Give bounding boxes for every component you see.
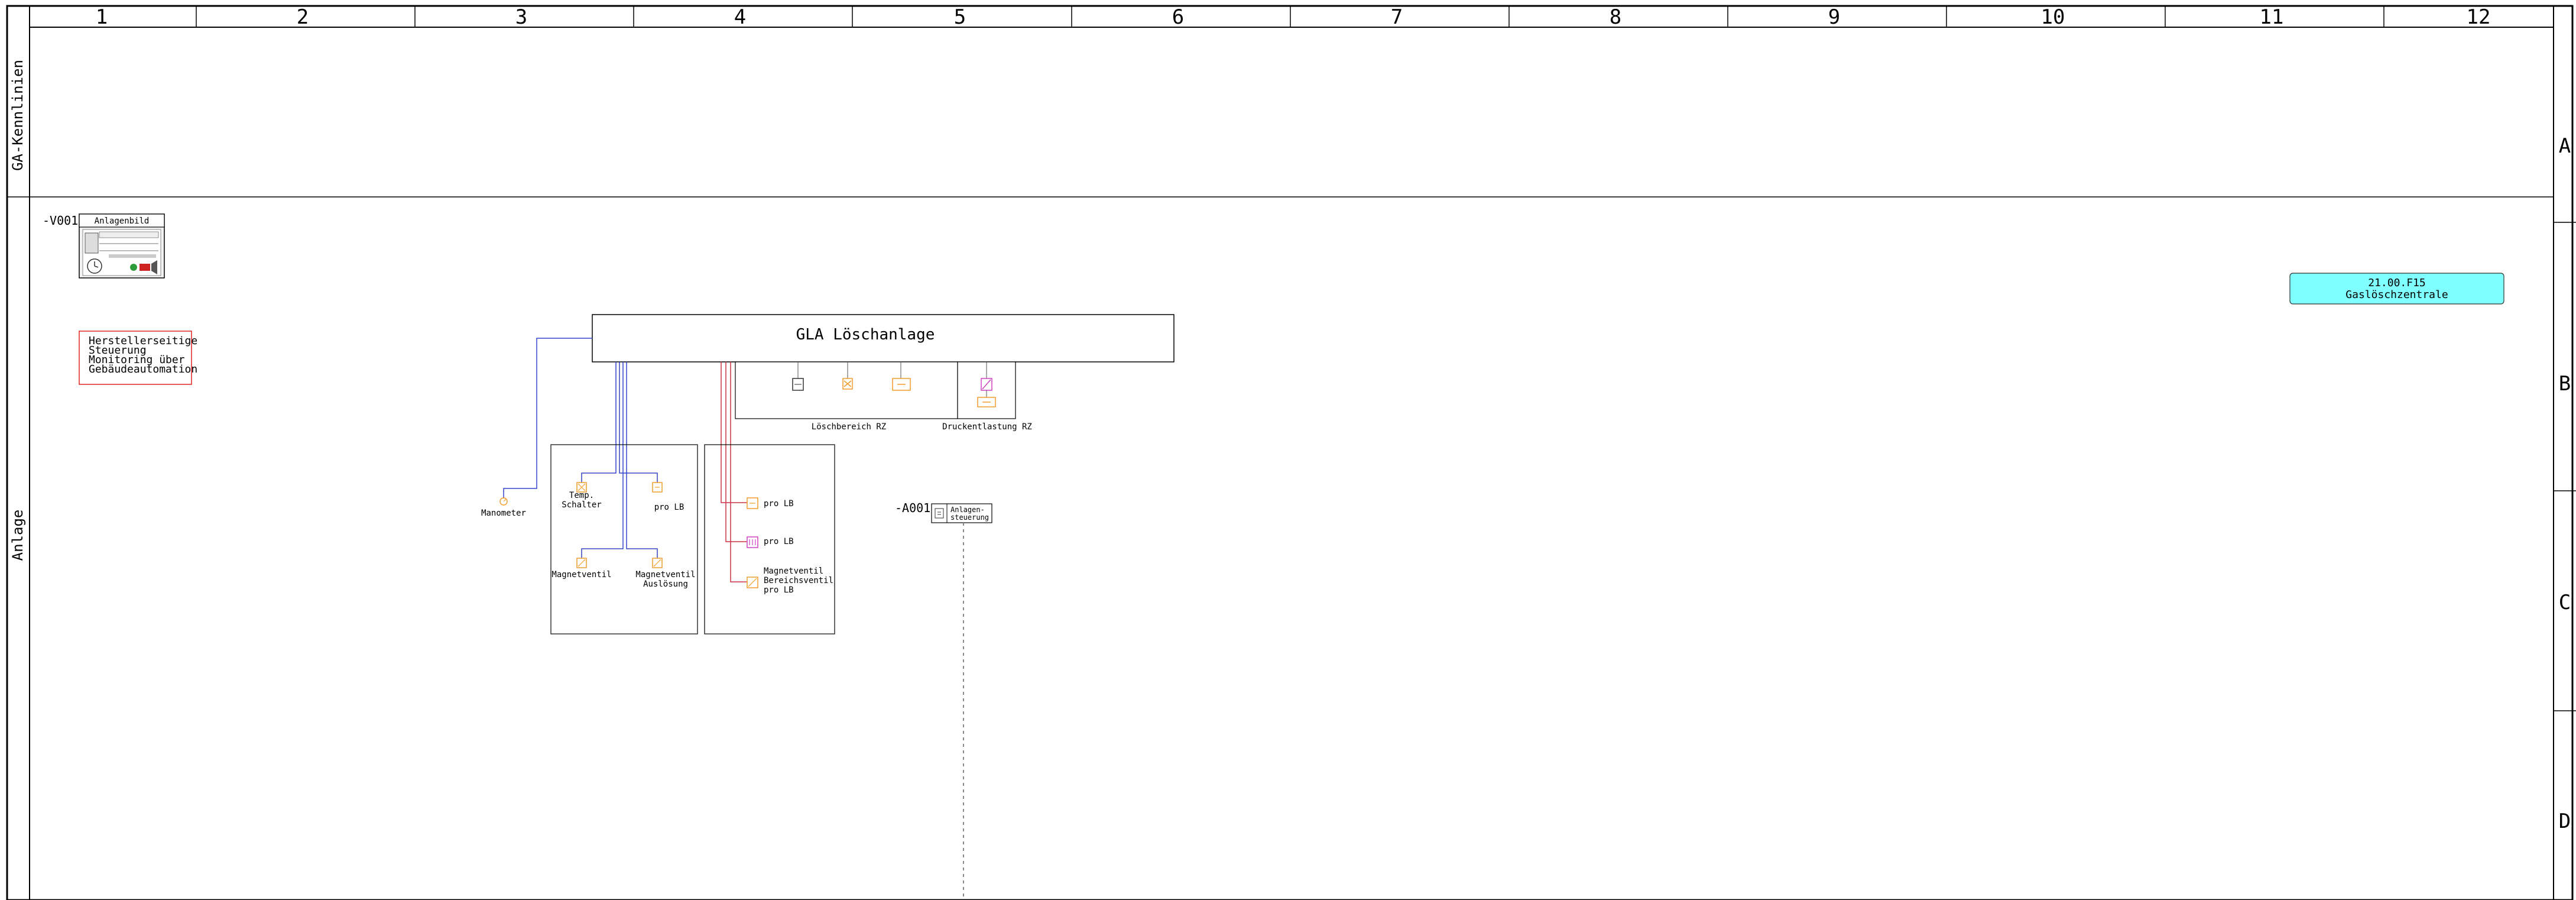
plant-controller[interactable]: Anlagen- steuerung [931, 503, 992, 523]
release-valve-label: Auslösung [643, 580, 688, 589]
area-valve-label: Bereichsventil [764, 576, 833, 585]
panel-title: Anlagenbild [95, 216, 150, 226]
controller-label: steuerung [950, 513, 989, 522]
column-number: 6 [1172, 5, 1184, 29]
column-number: 2 [297, 5, 309, 29]
controller-label: Anlagen- [950, 506, 985, 514]
loeschbereich-label: Löschbereich RZ [812, 422, 886, 432]
temp-switch-label: Temp. [569, 491, 594, 500]
pro-lb-label: pro LB [654, 503, 684, 512]
note-line: Gebäudeautomation [89, 363, 197, 375]
pressure-relief-flap-icon[interactable] [981, 378, 992, 391]
manufacturer-note: Herstellerseitige Steuerung Monitoring ü… [79, 331, 197, 385]
pro-lb-label: pro LB [764, 537, 794, 546]
temp-switch-label: Schalter [562, 500, 601, 510]
schematic-sheet: 1 2 3 4 5 6 7 8 9 10 11 12 A B C D GA-Ke… [6, 5, 2576, 900]
column-number: 10 [2041, 5, 2065, 29]
siren-icon[interactable] [842, 378, 853, 390]
column-number: 1 [96, 5, 108, 29]
location-box[interactable]: 21.00.F15 Gaslöschzentrale [2289, 273, 2504, 305]
area-valve-label: Magnetventil [764, 566, 823, 576]
alarm-icon [139, 264, 150, 271]
row-letter: A [2559, 134, 2571, 158]
solenoid-valve-label: Magnetventil [551, 570, 611, 580]
column-number: 11 [2260, 5, 2284, 29]
column-number: 7 [1391, 5, 1403, 29]
loeschbereich-box [735, 361, 958, 419]
area-valve-label: pro LB [764, 585, 794, 595]
column-number: 12 [2467, 5, 2491, 29]
panel-tag: -V001 [43, 213, 78, 228]
pro-lb-label: pro LB [764, 499, 794, 509]
release-valve-icon[interactable] [652, 558, 663, 568]
column-number: 8 [1610, 5, 1621, 29]
area-valve-icon[interactable] [747, 577, 758, 588]
anlagenbild-panel[interactable]: Anlagenbild [79, 213, 165, 279]
column-number: 4 [734, 5, 746, 29]
column-number: 5 [954, 5, 966, 29]
druckentlastung-label: Druckentlastung RZ [942, 422, 1032, 432]
column-number: 3 [515, 5, 527, 29]
column-number: 9 [1828, 5, 1840, 29]
blue-signal-lines [503, 338, 658, 558]
location-code: 21.00.F15 [2368, 277, 2426, 289]
side-label-anlage: Anlage [9, 510, 26, 561]
manometer-label: Manometer [481, 509, 526, 518]
gla-main-box[interactable]: GLA Löschanlage [592, 314, 1175, 362]
release-valve-label: Magnetventil [635, 570, 695, 580]
outer-frame [6, 5, 2574, 900]
side-label-ga-kennlinien: GA-Kennlinien [9, 60, 26, 171]
controller-icon [935, 508, 944, 519]
controller-tag: -A001 [895, 501, 930, 515]
status-ok-icon [130, 264, 137, 271]
solenoid-valve-icon[interactable] [576, 558, 587, 568]
row-letter: C [2559, 591, 2571, 614]
row-letter: B [2559, 372, 2571, 396]
pressure-monitor-icon[interactable] [747, 536, 758, 548]
manometer-icon[interactable] [499, 497, 508, 506]
location-name: Gaslöschzentrale [2345, 289, 2448, 301]
row-letter: D [2559, 810, 2571, 833]
gla-title: GLA Löschanlage [796, 326, 935, 344]
